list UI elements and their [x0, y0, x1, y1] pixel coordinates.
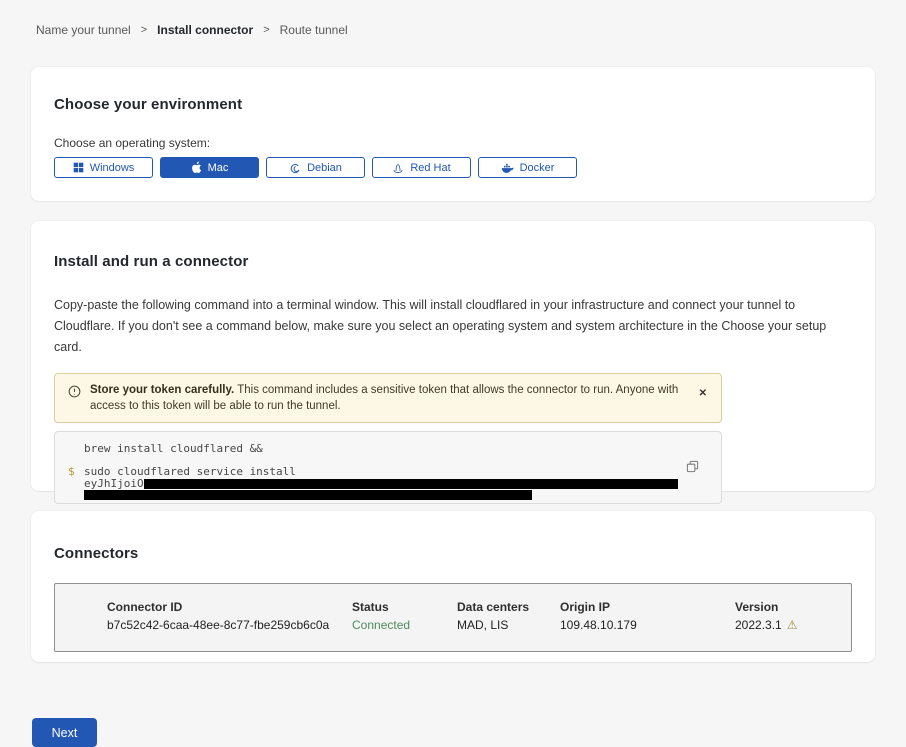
col-origin-ip: Origin IP: [560, 600, 735, 614]
connectors-table: Connector ID Status Data centers Origin …: [54, 583, 852, 652]
environment-card: Choose your environment Choose an operat…: [31, 67, 875, 201]
os-select-label: Choose an operating system:: [54, 136, 852, 150]
breadcrumb-separator: >: [141, 24, 147, 36]
debian-icon: [289, 162, 301, 174]
connectors-table-header: Connector ID Status Data centers Origin …: [107, 597, 841, 617]
os-button-debian[interactable]: Debian: [266, 157, 365, 178]
os-button-label: Docker: [520, 162, 555, 174]
data-centers-value: MAD, LIS: [457, 618, 560, 632]
breadcrumb-step-route-tunnel[interactable]: Route tunnel: [280, 23, 348, 37]
token-warning-banner: Store your token carefully. This command…: [54, 373, 722, 423]
code-line-brew: brew install cloudflared &&: [68, 442, 707, 455]
environment-card-title: Choose your environment: [54, 96, 852, 113]
install-description: Copy-paste the following command into a …: [54, 295, 852, 358]
os-button-mac[interactable]: Mac: [160, 157, 259, 178]
os-button-docker[interactable]: Docker: [478, 157, 577, 178]
alert-circle-icon: [68, 385, 81, 403]
version-value: 2022.3.1: [735, 618, 782, 632]
os-button-windows[interactable]: Windows: [54, 157, 153, 178]
token-warning-text: Store your token carefully. This command…: [81, 382, 693, 414]
os-button-label: Debian: [307, 162, 342, 174]
token-warning-title: Store your token carefully.: [90, 384, 234, 396]
breadcrumb-separator: >: [263, 24, 269, 36]
redhat-icon: [392, 162, 404, 174]
redacted-token-bar: [84, 490, 532, 500]
col-connector-id: Connector ID: [107, 600, 352, 614]
install-card: Install and run a connector Copy-paste t…: [31, 221, 875, 491]
os-button-label: Red Hat: [410, 162, 450, 174]
windows-icon: [73, 162, 84, 173]
copy-icon[interactable]: [686, 460, 699, 476]
install-card-title: Install and run a connector: [54, 253, 852, 270]
token-prefix: eyJhIjoiO: [84, 477, 144, 490]
warning-triangle-icon: ⚠: [787, 619, 798, 631]
connectors-card-title: Connectors: [54, 545, 852, 562]
breadcrumb: Name your tunnel > Install connector > R…: [0, 0, 906, 37]
os-button-redhat[interactable]: Red Hat: [372, 157, 471, 178]
shell-prompt: $: [68, 465, 84, 478]
breadcrumb-step-name-tunnel[interactable]: Name your tunnel: [36, 23, 131, 37]
os-button-label: Windows: [90, 162, 135, 174]
table-row: b7c52c42-6caa-48ee-8c77-fbe259cb6c0a Con…: [107, 618, 841, 632]
install-command-code-block: brew install cloudflared && $ sudo cloud…: [54, 431, 722, 504]
origin-ip-value: 109.48.10.179: [560, 618, 735, 632]
apple-icon: [191, 161, 202, 174]
os-button-group: Windows Mac Debian Red Hat Docker: [54, 157, 852, 178]
connector-id-value: b7c52c42-6caa-48ee-8c77-fbe259cb6c0a: [107, 618, 352, 632]
col-status: Status: [352, 600, 457, 614]
connectors-card: Connectors Connector ID Status Data cent…: [31, 511, 875, 662]
col-version: Version: [735, 600, 841, 614]
status-badge: Connected: [352, 618, 457, 632]
redacted-token-bar: [144, 479, 678, 489]
close-icon[interactable]: ✕: [693, 384, 713, 403]
col-data-centers: Data centers: [457, 600, 560, 614]
docker-icon: [501, 163, 514, 173]
next-button[interactable]: Next: [32, 718, 97, 747]
os-button-label: Mac: [208, 162, 229, 174]
breadcrumb-step-install-connector[interactable]: Install connector: [157, 23, 253, 37]
